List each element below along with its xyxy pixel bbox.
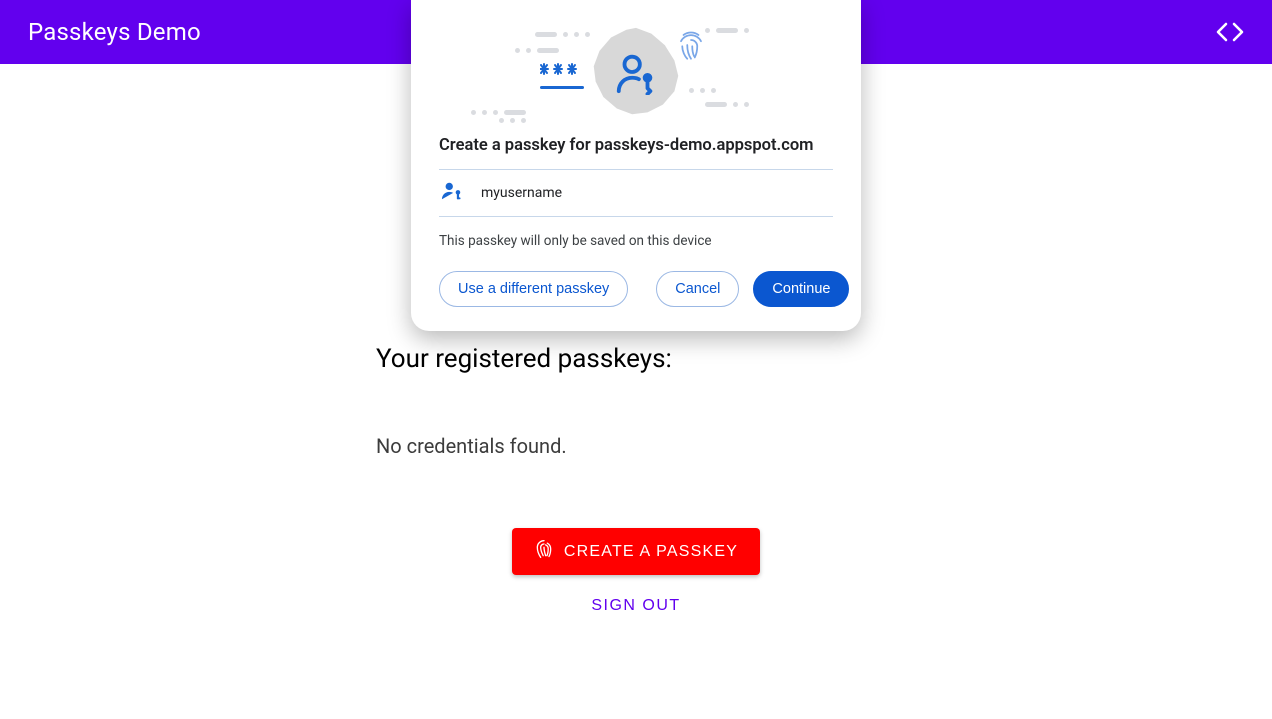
decorative-dots — [689, 88, 716, 93]
dialog-button-row: Use a different passkey Cancel Continue — [439, 271, 833, 307]
use-different-passkey-button[interactable]: Use a different passkey — [439, 271, 628, 307]
fingerprint-outline-icon — [676, 30, 706, 64]
fingerprint-icon — [534, 539, 554, 564]
action-buttons: CREATE A PASSKEY SIGN OUT — [376, 528, 896, 615]
decorative-dots — [515, 48, 559, 53]
registered-passkeys-heading: Your registered passkeys: — [376, 344, 896, 374]
code-icon[interactable] — [1216, 22, 1244, 42]
create-passkey-dialog: Create a passkey for passkeys-demo.appsp… — [411, 0, 861, 331]
asterisks-icon — [540, 62, 582, 76]
create-passkey-label: CREATE A PASSKEY — [564, 543, 738, 561]
decorative-dots — [499, 118, 526, 123]
sign-out-button[interactable]: SIGN OUT — [591, 597, 680, 615]
person-key-icon — [613, 49, 659, 95]
dialog-title: Create a passkey for passkeys-demo.appsp… — [439, 136, 833, 155]
cancel-button[interactable]: Cancel — [656, 271, 739, 307]
decorative-dots — [705, 102, 749, 107]
passkey-badge-icon — [588, 24, 684, 120]
decorative-dots — [471, 110, 526, 115]
create-passkey-button[interactable]: CREATE A PASSKEY — [512, 528, 760, 575]
continue-button[interactable]: Continue — [753, 271, 849, 307]
no-credentials-text: No credentials found. — [376, 434, 896, 458]
app-title: Passkeys Demo — [28, 18, 201, 46]
account-username: myusername — [481, 185, 562, 201]
account-row: myusername — [439, 169, 833, 217]
dialog-hero-illustration — [439, 18, 833, 126]
decorative-dots — [705, 28, 749, 33]
dialog-note: This passkey will only be saved on this … — [439, 233, 833, 249]
decorative-dots — [535, 32, 590, 37]
account-passkey-icon — [441, 180, 463, 206]
underline-icon — [540, 86, 584, 89]
